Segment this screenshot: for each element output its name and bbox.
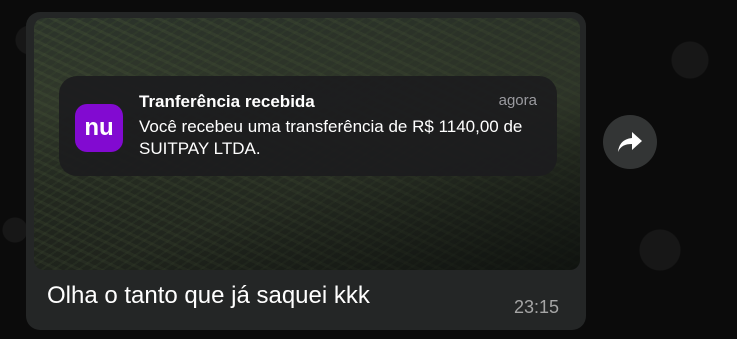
- forward-button[interactable]: [603, 115, 657, 169]
- notification-time: agora: [498, 92, 537, 109]
- notification-title: Tranferência recebida: [139, 92, 315, 111]
- forward-share-icon: [618, 132, 642, 152]
- message-caption: Olha o tanto que já saquei kkk: [47, 282, 370, 309]
- nubank-app-icon: nu: [75, 104, 123, 152]
- notification-card: nu Tranferência recebida agora Você rece…: [59, 76, 557, 176]
- app-icon-text: nu: [84, 114, 114, 141]
- notification-body: Você recebeu uma transferência de R$ 114…: [139, 117, 523, 158]
- message-timestamp: 23:15: [514, 297, 560, 317]
